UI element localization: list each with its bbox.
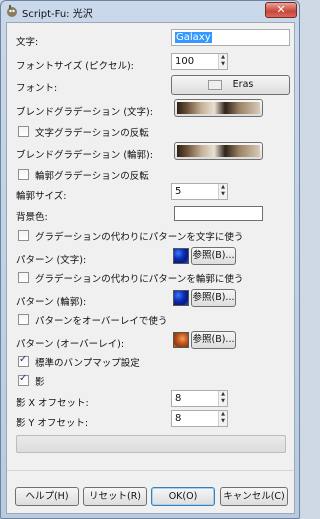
default-bumpmap-checkbox[interactable] [18,354,29,367]
shadow-x-spinner[interactable]: 8 ▲ ▼ [171,390,228,407]
pattern-overlay-label: パターン (オーバーレイ): [16,339,125,350]
shadow-x-value: 8 [175,393,182,404]
blend-text-gradient-button[interactable] [174,99,263,117]
reverse-text-checkbox[interactable] [18,126,29,137]
pattern-text-checkbox[interactable] [18,230,29,241]
pattern-outline-label: パターン (輪郭): [16,297,87,308]
title-bar: Script-Fu: 光沢 ✕ [1,1,299,22]
close-button[interactable]: ✕ [265,2,297,18]
outline-size-value: 5 [175,186,182,197]
pattern-text-browse-button[interactable]: 参照(B)... [191,247,236,265]
shadow-y-value: 8 [175,413,182,424]
pattern-overlay-toggle-label: パターンをオーバーレイで使う [35,316,168,327]
outline-size-spinner[interactable]: 5 ▲ ▼ [171,183,228,200]
outline-size-label: 輪郭サイズ: [16,191,67,202]
font-value: Eras [232,79,254,90]
gimp-app-icon [7,5,17,17]
font-size-spinner[interactable]: 100 ▲ ▼ [171,53,228,70]
pattern-outline-checkbox[interactable] [18,272,29,283]
font-size-value: 100 [175,56,195,67]
text-input[interactable]: Galaxy [171,29,290,46]
default-bumpmap-label: 標準のバンプマップ設定 [35,358,140,369]
spin-arrows-icon[interactable]: ▲ ▼ [218,54,227,69]
text-input-value: Galaxy [175,32,212,43]
shadow-y-spinner[interactable]: 8 ▲ ▼ [171,410,228,427]
window-title: Script-Fu: 光沢 [22,9,93,20]
spin-arrows-icon[interactable]: ▲ ▼ [218,184,227,199]
pattern-preview-icon [173,332,189,348]
reset-button[interactable]: リセット(R) [83,487,147,506]
pattern-preview-icon [173,290,189,306]
pattern-text-label: パターン (文字): [16,255,87,266]
shadow-x-label: 影 X オフセット: [16,398,89,409]
background-color-label: 背景色: [16,212,48,223]
spin-arrows-icon[interactable]: ▲ ▼ [218,391,227,406]
background-color-button[interactable] [174,206,263,221]
shadow-y-label: 影 Y オフセット: [16,418,89,429]
blend-text-label: ブレンドグラデーション (文字): [16,107,153,118]
pattern-outline-toggle-label: グラデーションの代わりにパターンを輪郭に使う [35,274,244,285]
cancel-button[interactable]: キャンセル(C) [220,487,288,506]
reverse-outline-label: 輪郭グラデーションの反転 [35,171,149,182]
separator [7,470,294,471]
font-select-button[interactable]: Eras [171,75,290,95]
gradient-preview-icon [177,102,260,114]
pattern-preview-icon [173,248,189,264]
font-icon [207,79,222,90]
pattern-overlay-browse-button[interactable]: 参照(B)... [191,331,236,349]
dialog-window: Script-Fu: 光沢 ✕ 文字: Galaxy フォントサイズ (ピクセル… [0,0,300,519]
reverse-text-label: 文字グラデーションの反転 [35,128,149,139]
pattern-outline-browse-button[interactable]: 参照(B)... [191,289,236,307]
text-label: 文字: [16,37,39,48]
gradient-preview-icon [177,145,260,157]
pattern-text-toggle-label: グラデーションの代わりにパターンを文字に使う [35,232,244,243]
progress-bar [16,435,286,453]
ok-button[interactable]: OK(O) [151,487,215,506]
shadow-checkbox[interactable] [18,373,29,386]
shadow-label: 影 [35,377,45,388]
font-label: フォント: [16,83,58,94]
font-size-label: フォントサイズ (ピクセル): [16,61,134,72]
blend-outline-label: ブレンドグラデーション (輪郭): [16,150,153,161]
reverse-outline-checkbox[interactable] [18,169,29,180]
dialog-body: 文字: Galaxy フォントサイズ (ピクセル): 100 ▲ ▼ フォント: … [6,22,295,514]
help-button[interactable]: ヘルプ(H) [15,487,79,506]
blend-outline-gradient-button[interactable] [174,142,263,160]
spin-arrows-icon[interactable]: ▲ ▼ [218,411,227,426]
pattern-overlay-checkbox[interactable] [18,314,29,325]
